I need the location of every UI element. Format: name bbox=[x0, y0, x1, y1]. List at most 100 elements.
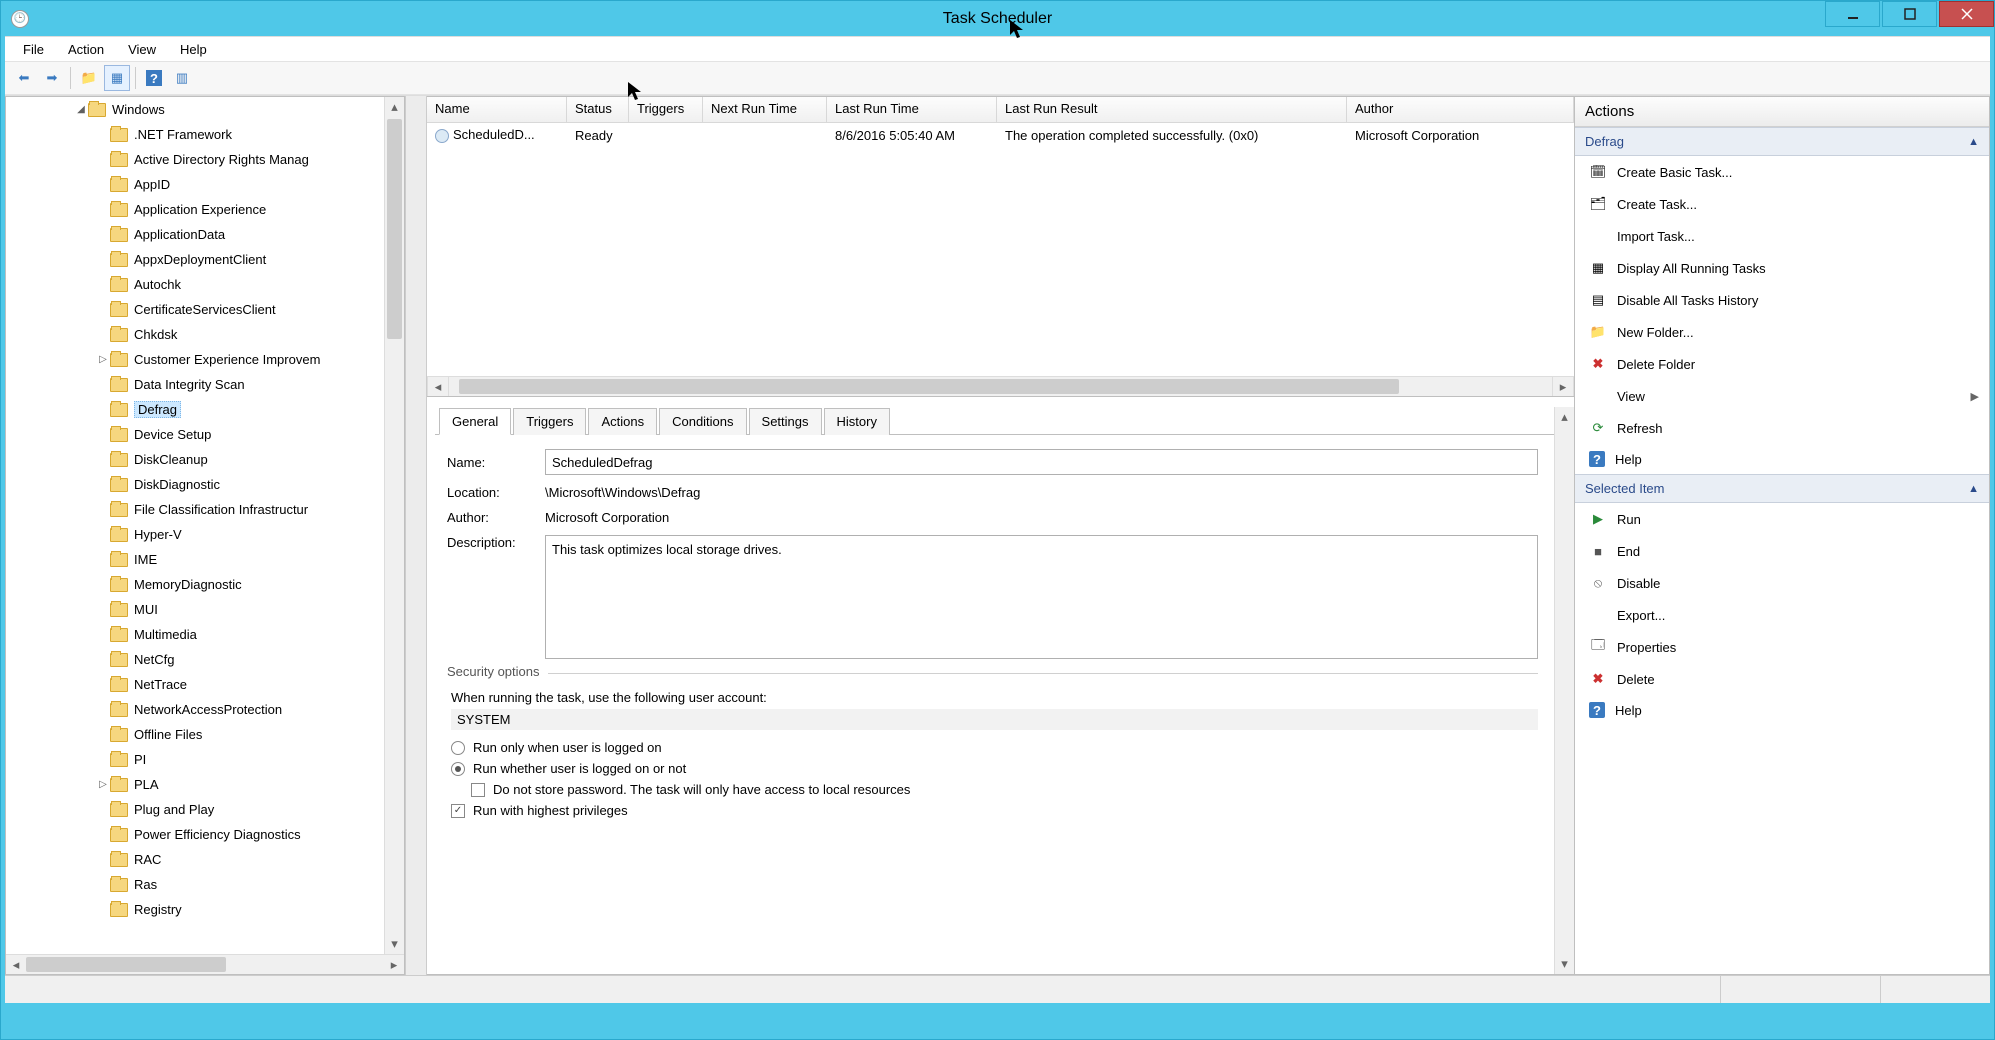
splitter-left[interactable] bbox=[405, 96, 427, 975]
tab-conditions[interactable]: Conditions bbox=[659, 408, 746, 435]
tree-item-active-directory-rights-manag[interactable]: Active Directory Rights Manag bbox=[6, 147, 404, 172]
action-display-running[interactable]: ▦Display All Running Tasks bbox=[1575, 252, 1989, 284]
tree-item-customer-experience-improvem[interactable]: ▷Customer Experience Improvem bbox=[6, 347, 404, 372]
tree-item-ras[interactable]: Ras bbox=[6, 872, 404, 897]
col-triggers[interactable]: Triggers bbox=[629, 97, 703, 122]
maximize-button[interactable] bbox=[1882, 1, 1937, 27]
action-pane-button[interactable]: ▥ bbox=[169, 65, 195, 91]
action-properties[interactable]: 🗔Properties bbox=[1575, 631, 1989, 663]
menu-help[interactable]: Help bbox=[170, 39, 217, 60]
col-last-run[interactable]: Last Run Time bbox=[827, 97, 997, 122]
tree-item-netcfg[interactable]: NetCfg bbox=[6, 647, 404, 672]
properties-button[interactable]: ▦ bbox=[104, 65, 130, 91]
tree-item-hyper-v[interactable]: Hyper-V bbox=[6, 522, 404, 547]
tree-item-plug-and-play[interactable]: Plug and Play bbox=[6, 797, 404, 822]
tree-item-mui[interactable]: MUI bbox=[6, 597, 404, 622]
tree-item-appxdeploymentclient[interactable]: AppxDeploymentClient bbox=[6, 247, 404, 272]
action-delete[interactable]: ✖Delete bbox=[1575, 663, 1989, 695]
tree-item-certificateservicesclient[interactable]: CertificateServicesClient bbox=[6, 297, 404, 322]
action-create-basic-task[interactable]: 🗓Create Basic Task... bbox=[1575, 156, 1989, 188]
action-view[interactable]: View▶ bbox=[1575, 380, 1989, 412]
scroll-up-icon[interactable]: ▴ bbox=[1555, 407, 1574, 427]
close-button[interactable] bbox=[1939, 1, 1994, 27]
tree-item-ime[interactable]: IME bbox=[6, 547, 404, 572]
scroll-down-icon[interactable]: ▾ bbox=[1555, 954, 1574, 974]
action-export[interactable]: Export... bbox=[1575, 599, 1989, 631]
expander-icon[interactable]: ▷ bbox=[96, 779, 110, 790]
menu-view[interactable]: View bbox=[118, 39, 166, 60]
tree-item-multimedia[interactable]: Multimedia bbox=[6, 622, 404, 647]
checkbox-no-password[interactable] bbox=[471, 783, 485, 797]
tree-item-networkaccessprotection[interactable]: NetworkAccessProtection bbox=[6, 697, 404, 722]
action-help[interactable]: ?Help bbox=[1575, 444, 1989, 474]
expander-icon[interactable]: ▷ bbox=[96, 354, 110, 365]
action-create-task[interactable]: 🗂Create Task... bbox=[1575, 188, 1989, 220]
tree-horizontal-scrollbar[interactable]: ◂ ▸ bbox=[6, 954, 404, 974]
expander-icon[interactable]: ◢ bbox=[74, 104, 88, 115]
tree-item-device-setup[interactable]: Device Setup bbox=[6, 422, 404, 447]
tree-root-windows[interactable]: ◢Windows bbox=[6, 97, 404, 122]
tree-item-pi[interactable]: PI bbox=[6, 747, 404, 772]
checkbox-highest-privileges[interactable] bbox=[451, 804, 465, 818]
action-run[interactable]: ▶Run bbox=[1575, 503, 1989, 535]
tree-item-file-classification-infrastructur[interactable]: File Classification Infrastructur bbox=[6, 497, 404, 522]
action-disable[interactable]: ⦸Disable bbox=[1575, 567, 1989, 599]
tab-settings[interactable]: Settings bbox=[749, 408, 822, 435]
col-status[interactable]: Status bbox=[567, 97, 629, 122]
col-author[interactable]: Author bbox=[1347, 97, 1574, 122]
col-name[interactable]: Name bbox=[427, 97, 567, 122]
scroll-right-icon[interactable]: ▸ bbox=[384, 957, 404, 973]
action-end[interactable]: ■End bbox=[1575, 535, 1989, 567]
col-next-run[interactable]: Next Run Time bbox=[703, 97, 827, 122]
action-new-folder[interactable]: 📁New Folder... bbox=[1575, 316, 1989, 348]
tree-item-rac[interactable]: RAC bbox=[6, 847, 404, 872]
tab-actions[interactable]: Actions bbox=[588, 408, 657, 435]
tree-item-nettrace[interactable]: NetTrace bbox=[6, 672, 404, 697]
tree-item-power-efficiency-diagnostics[interactable]: Power Efficiency Diagnostics bbox=[6, 822, 404, 847]
menu-action[interactable]: Action bbox=[58, 39, 114, 60]
action-help-2[interactable]: ?Help bbox=[1575, 695, 1989, 725]
scroll-right-icon[interactable]: ▸ bbox=[1552, 377, 1574, 396]
tab-history[interactable]: History bbox=[824, 408, 890, 435]
scroll-thumb-h[interactable] bbox=[26, 957, 226, 972]
minimize-button[interactable] bbox=[1825, 1, 1880, 27]
description-field[interactable] bbox=[545, 535, 1538, 659]
forward-button[interactable]: ➡ bbox=[39, 65, 65, 91]
tree-item-application-experience[interactable]: Application Experience bbox=[6, 197, 404, 222]
actions-section-selected[interactable]: Selected Item ▲ bbox=[1575, 474, 1989, 503]
col-last-result[interactable]: Last Run Result bbox=[997, 97, 1347, 122]
tree-item-registry[interactable]: Registry bbox=[6, 897, 404, 922]
tree-item-memorydiagnostic[interactable]: MemoryDiagnostic bbox=[6, 572, 404, 597]
tree-item-offline-files[interactable]: Offline Files bbox=[6, 722, 404, 747]
tree-item-diskdiagnostic[interactable]: DiskDiagnostic bbox=[6, 472, 404, 497]
tree-item-autochk[interactable]: Autochk bbox=[6, 272, 404, 297]
action-disable-history[interactable]: ▤Disable All Tasks History bbox=[1575, 284, 1989, 316]
up-button[interactable]: 📁 bbox=[76, 65, 102, 91]
radio-logged-off[interactable] bbox=[451, 762, 465, 776]
titlebar[interactable]: 🕒 Task Scheduler bbox=[1, 1, 1994, 36]
tree-item-chkdsk[interactable]: Chkdsk bbox=[6, 322, 404, 347]
name-field[interactable] bbox=[545, 449, 1538, 475]
tasklist-horizontal-scrollbar[interactable]: ◂ ▸ bbox=[427, 376, 1574, 396]
collapse-icon[interactable]: ▲ bbox=[1968, 136, 1979, 148]
scroll-down-icon[interactable]: ▾ bbox=[385, 934, 404, 954]
tree-item-appid[interactable]: AppID bbox=[6, 172, 404, 197]
action-delete-folder[interactable]: ✖Delete Folder bbox=[1575, 348, 1989, 380]
detail-vertical-scrollbar[interactable]: ▴ ▾ bbox=[1554, 407, 1574, 974]
scroll-left-icon[interactable]: ◂ bbox=[6, 957, 26, 973]
action-import-task[interactable]: Import Task... bbox=[1575, 220, 1989, 252]
collapse-icon[interactable]: ▲ bbox=[1968, 483, 1979, 495]
tree-vertical-scrollbar[interactable]: ▴ ▾ bbox=[384, 97, 404, 954]
task-row[interactable]: ScheduledD... Ready 8/6/2016 5:05:40 AM … bbox=[427, 123, 1574, 147]
tree-item-diskcleanup[interactable]: DiskCleanup bbox=[6, 447, 404, 472]
back-button[interactable]: ⬅ bbox=[11, 65, 37, 91]
actions-section-defrag[interactable]: Defrag ▲ bbox=[1575, 127, 1989, 156]
tab-triggers[interactable]: Triggers bbox=[513, 408, 586, 435]
tree-item-defrag[interactable]: Defrag bbox=[6, 397, 404, 422]
scroll-thumb-h[interactable] bbox=[459, 379, 1399, 394]
radio-logged-on[interactable] bbox=[451, 741, 465, 755]
scroll-left-icon[interactable]: ◂ bbox=[427, 377, 449, 396]
tree-item-data-integrity-scan[interactable]: Data Integrity Scan bbox=[6, 372, 404, 397]
tree-item-pla[interactable]: ▷PLA bbox=[6, 772, 404, 797]
tree-item-applicationdata[interactable]: ApplicationData bbox=[6, 222, 404, 247]
